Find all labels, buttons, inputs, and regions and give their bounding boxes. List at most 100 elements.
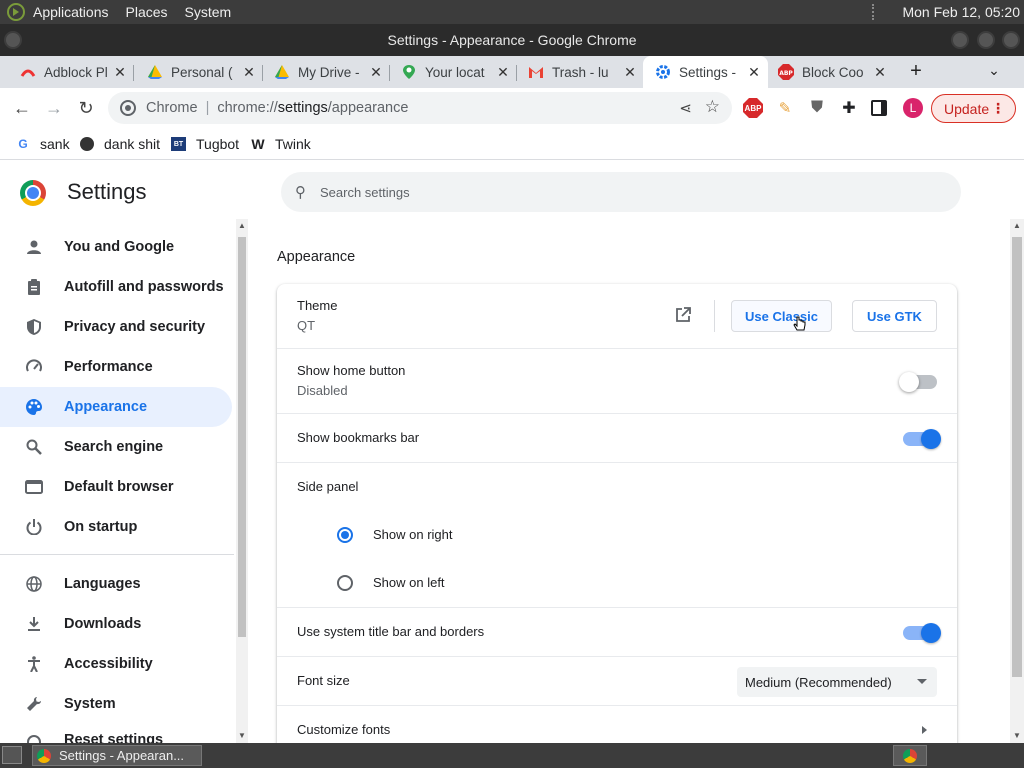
scroll-up-arrow-icon[interactable]: ▲	[1013, 221, 1021, 230]
sidebar-item-appearance[interactable]: Appearance	[0, 387, 232, 427]
generic-site-icon	[80, 137, 94, 151]
back-arrow-icon[interactable]: ←	[10, 96, 34, 120]
window-titlebar[interactable]: Settings - Appearance - Google Chrome	[0, 24, 1024, 56]
ublock-shield-icon[interactable]: ⛊	[807, 98, 827, 118]
url-host: settings	[277, 100, 328, 116]
open-in-new-icon[interactable]	[675, 307, 691, 328]
window-menu-button[interactable]	[4, 31, 22, 49]
show-on-left-radio[interactable]	[337, 575, 353, 591]
bookmarks-bar-row[interactable]: Show bookmarks bar	[277, 414, 957, 463]
search-settings-input[interactable]: ⚲ Search settings	[281, 172, 961, 212]
show-on-right-radio[interactable]	[337, 527, 353, 543]
tray-chrome[interactable]	[893, 745, 927, 766]
bookmarks-bar-label: Show bookmarks bar	[297, 430, 420, 445]
sidebar-item-search-engine[interactable]: Search engine	[0, 427, 232, 467]
address-bar[interactable]: Chrome | chrome://settings/appearance ⋖ …	[108, 92, 732, 124]
drive-icon	[147, 64, 163, 80]
sidebar-item-you-and-google[interactable]: You and Google	[0, 227, 232, 267]
sidebar-label: Performance	[64, 359, 153, 375]
sidebar-scroll-thumb[interactable]	[238, 237, 246, 637]
bookmark-sank[interactable]: G sank	[16, 136, 69, 152]
share-icon[interactable]: ⋖	[679, 99, 692, 117]
reload-icon[interactable]: ↻	[74, 96, 98, 120]
main-scroll-thumb[interactable]	[1012, 237, 1022, 677]
system-title-bar-row[interactable]: Use system title bar and borders	[277, 608, 957, 657]
places-menu[interactable]: Places	[126, 4, 168, 20]
clock[interactable]: Mon Feb 12, 05:20	[902, 4, 1020, 20]
forward-arrow-icon[interactable]: →	[42, 96, 66, 120]
update-button[interactable]: Update ⋮	[931, 94, 1016, 123]
font-size-select[interactable]: Medium (Recommended)	[737, 667, 937, 697]
sidebar-label: Search engine	[64, 439, 164, 455]
sidebar-item-reset-settings[interactable]: Reset settings	[0, 724, 232, 743]
side-panel-label: Side panel	[297, 479, 359, 494]
system-menu[interactable]: System	[185, 4, 232, 20]
download-icon	[24, 614, 44, 634]
sidebar-item-languages[interactable]: Languages	[0, 564, 232, 604]
show-on-left-label[interactable]: Show on left	[373, 575, 445, 590]
close-window-button[interactable]	[1002, 31, 1020, 49]
show-on-right-label[interactable]: Show on right	[373, 527, 453, 542]
sidebar-item-performance[interactable]: Performance	[0, 347, 232, 387]
sidebar-item-privacy[interactable]: Privacy and security	[0, 307, 232, 347]
sidebar-label: Accessibility	[64, 656, 153, 672]
taskbar-chrome-window[interactable]: Settings - Appearan...	[32, 745, 202, 766]
sidebar-scrollbar[interactable]: ▲ ▼	[236, 219, 248, 743]
accessibility-icon	[24, 654, 44, 674]
extension-tool-icon[interactable]: ✎	[775, 98, 795, 118]
scroll-up-arrow-icon[interactable]: ▲	[238, 221, 246, 230]
power-icon	[24, 517, 44, 537]
show-desktop-icon[interactable]	[2, 746, 22, 764]
use-gtk-button[interactable]: Use GTK	[852, 300, 937, 332]
google-icon: G	[18, 137, 28, 151]
tab-strip: Adblock Pl ✕ Personal ( ✕ My Drive - ✕ Y…	[0, 56, 1024, 88]
distro-logo-icon[interactable]	[7, 3, 25, 21]
new-tab-button[interactable]: +	[906, 61, 926, 82]
home-button-toggle[interactable]	[899, 372, 937, 392]
sidebar-item-autofill[interactable]: Autofill and passwords	[0, 267, 232, 307]
sidebar-item-system[interactable]: System	[0, 684, 232, 724]
system-title-bar-toggle[interactable]	[903, 623, 941, 643]
tab-settings[interactable]: Settings - ✕	[643, 56, 768, 88]
maximize-button[interactable]	[977, 31, 995, 49]
sidebar-item-default-browser[interactable]: Default browser	[0, 467, 232, 507]
close-icon[interactable]: ✕	[746, 64, 762, 80]
tab-your-location[interactable]: Your locat ✕	[381, 56, 517, 88]
home-button-row[interactable]: Show home button Disabled	[277, 349, 957, 414]
settings-page: Settings ⚲ Search settings You and Googl…	[0, 161, 1024, 754]
kebab-menu-icon[interactable]: ⋮	[991, 100, 1005, 117]
close-icon[interactable]: ✕	[112, 64, 128, 80]
avatar[interactable]: L	[903, 98, 923, 118]
sidebar-item-downloads[interactable]: Downloads	[0, 604, 232, 644]
abp-extension-icon[interactable]: ABP	[743, 98, 763, 118]
bookmark-twink[interactable]: W Twink	[251, 136, 310, 152]
tab-my-drive[interactable]: My Drive - ✕	[254, 56, 390, 88]
bookmarks-bar-toggle[interactable]	[903, 429, 941, 449]
tab-label: Your locat	[425, 64, 485, 80]
tab-search-chevron-icon[interactable]: ⌄	[984, 62, 1004, 82]
extensions-puzzle-icon[interactable]: ✚	[839, 98, 859, 118]
tab-label: Settings -	[679, 64, 737, 80]
sidebar-item-on-startup[interactable]: On startup	[0, 507, 232, 547]
scroll-down-arrow-icon[interactable]: ▼	[1013, 731, 1021, 740]
tab-block-cookies[interactable]: ABP Block Coo ✕	[768, 56, 894, 88]
minimize-button[interactable]	[951, 31, 969, 49]
bookmark-dank-shit[interactable]: dank shit	[80, 136, 160, 152]
sidebar-item-accessibility[interactable]: Accessibility	[0, 644, 232, 684]
close-icon[interactable]: ✕	[622, 64, 638, 80]
sidebar-label: On startup	[64, 519, 138, 535]
font-size-label: Font size	[297, 673, 350, 688]
tab-adblock[interactable]: Adblock Pl ✕	[0, 56, 134, 88]
applications-menu[interactable]: Applications	[33, 4, 109, 20]
chrome-site-icon[interactable]	[120, 100, 136, 116]
scroll-down-arrow-icon[interactable]: ▼	[238, 731, 246, 740]
side-panel-icon[interactable]	[871, 100, 887, 116]
bookmark-star-icon[interactable]: ☆	[705, 97, 720, 117]
main-scrollbar[interactable]: ▲ ▼	[1010, 219, 1024, 743]
tab-personal[interactable]: Personal ( ✕	[127, 56, 263, 88]
bookmark-tugbot[interactable]: BT Tugbot	[171, 136, 239, 152]
close-icon[interactable]: ✕	[872, 64, 888, 80]
tab-trash[interactable]: Trash - lu ✕	[508, 56, 644, 88]
use-classic-button[interactable]: Use Classic	[731, 300, 832, 332]
side-panel-row: Side panel Show on right Show on left	[277, 463, 957, 608]
